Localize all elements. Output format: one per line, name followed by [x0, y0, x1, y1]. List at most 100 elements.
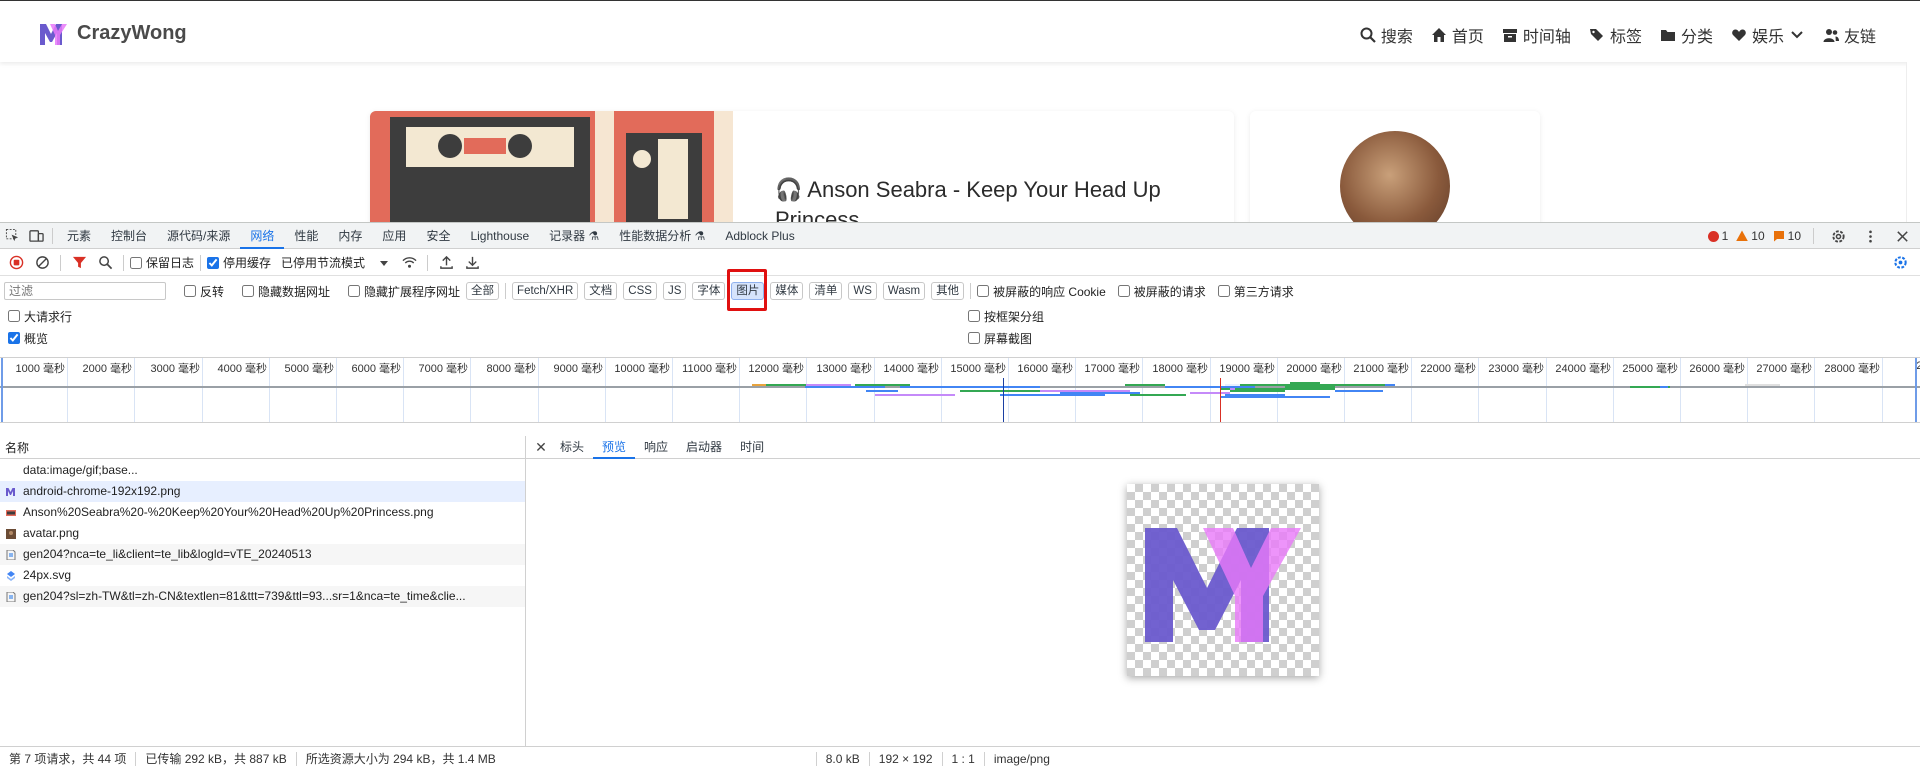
filter-type-manifest[interactable]: 清单: [809, 282, 843, 300]
website-viewport: CrazyWong 搜索 首页 时间轴 标签 分类 娱乐 友链 🎧 Anson …: [0, 0, 1920, 222]
clear-icon[interactable]: [30, 251, 54, 275]
screenshots-checkbox[interactable]: 屏幕截图: [968, 330, 1032, 347]
screenshots-input[interactable]: [968, 332, 980, 344]
avatar[interactable]: [1340, 131, 1450, 222]
throttle-dropdown[interactable]: 已停用节流模式: [281, 254, 389, 271]
nav-home[interactable]: 首页: [1431, 23, 1484, 47]
filter-type-css[interactable]: CSS: [623, 282, 657, 300]
filter-funnel-icon[interactable]: [67, 251, 91, 275]
tab-timing[interactable]: 时间: [731, 436, 773, 459]
issues-count-badge[interactable]: 10: [1773, 229, 1801, 243]
post-card[interactable]: 🎧 Anson Seabra - Keep Your Head Up Princ…: [370, 111, 1234, 222]
nav-friends[interactable]: 友链: [1823, 23, 1876, 47]
table-row[interactable]: Anson%20Seabra%20-%20Keep%20Your%20Head%…: [0, 502, 525, 523]
network-overview-timeline[interactable]: 1000 毫秒 2000 毫秒 3000 毫秒 4000 毫秒 5000 毫秒 6000 …: [0, 357, 1920, 423]
disable-cache-checkbox[interactable]: 停用缓存: [207, 254, 271, 271]
tab-response[interactable]: 响应: [635, 436, 677, 459]
warning-count-badge[interactable]: 10: [1736, 229, 1765, 243]
settings-gear-icon[interactable]: [1826, 224, 1850, 248]
filter-type-ws[interactable]: WS: [848, 282, 877, 300]
filter-type-doc[interactable]: 文档: [584, 282, 618, 300]
invert-input[interactable]: [184, 285, 196, 297]
blocked-cookies-input[interactable]: [977, 285, 990, 297]
tab-initiator[interactable]: 启动器: [677, 436, 731, 459]
filter-type-fetch-xhr[interactable]: Fetch/XHR: [512, 282, 579, 300]
tab-console[interactable]: 控制台: [101, 223, 157, 249]
heart-icon: [1732, 29, 1746, 41]
filter-type-font[interactable]: 字体: [692, 282, 726, 300]
panel-splitter[interactable]: [525, 436, 526, 770]
post-cover-image[interactable]: [370, 111, 733, 222]
site-brand[interactable]: CrazyWong: [77, 22, 187, 45]
tab-recorder[interactable]: 记录器 ⚗: [539, 223, 609, 249]
network-settings-gear-icon[interactable]: [1888, 251, 1912, 275]
error-count-badge[interactable]: 1: [1707, 229, 1728, 243]
error-icon: [1707, 230, 1719, 242]
export-har-icon[interactable]: [460, 251, 484, 275]
table-row[interactable]: gen204?sl=zh-TW&tl=zh-CN&textlen=81&ttt=…: [0, 586, 525, 607]
device-toolbar-icon[interactable]: [24, 224, 48, 248]
tab-performance-insights[interactable]: 性能数据分析 ⚗: [609, 223, 715, 249]
search-icon[interactable]: [93, 251, 117, 275]
big-rows-checkbox[interactable]: 大请求行: [8, 308, 72, 325]
overview-input[interactable]: [8, 332, 20, 344]
import-har-icon[interactable]: [434, 251, 458, 275]
tab-preview[interactable]: 预览: [593, 436, 636, 459]
big-rows-input[interactable]: [8, 310, 20, 322]
nav-tags[interactable]: 标签: [1589, 23, 1642, 47]
record-stop-icon[interactable]: [4, 251, 28, 275]
close-detail-icon[interactable]: ✕: [531, 439, 551, 456]
filter-type-media[interactable]: 媒体: [770, 282, 804, 300]
nav-timeline[interactable]: 时间轴: [1502, 23, 1571, 47]
nav-entertainment[interactable]: 娱乐: [1731, 23, 1805, 47]
filter-input[interactable]: [4, 282, 166, 300]
inspect-element-icon[interactable]: [0, 224, 24, 248]
tab-memory[interactable]: 内存: [328, 223, 372, 249]
blocked-requests-checkbox[interactable]: 被屏蔽的请求: [1117, 283, 1206, 300]
preserve-log-checkbox[interactable]: 保留日志: [130, 254, 194, 271]
preserve-log-input[interactable]: [130, 256, 142, 269]
post-title[interactable]: 🎧 Anson Seabra - Keep Your Head Up Princ…: [775, 175, 1161, 222]
tab-security[interactable]: 安全: [416, 223, 460, 249]
blocked-cookies-checkbox[interactable]: 被屏蔽的响应 Cookie: [977, 283, 1106, 300]
table-row[interactable]: gen204?nca=te_li&client=te_lib&logld=vTE…: [0, 544, 525, 565]
third-party-input[interactable]: [1217, 285, 1230, 297]
group-by-frame-input[interactable]: [968, 310, 980, 322]
tab-lighthouse[interactable]: Lighthouse: [460, 223, 539, 249]
table-row[interactable]: 24px.svg: [0, 565, 525, 586]
filter-type-other[interactable]: 其他: [931, 282, 965, 300]
hide-data-urls-input[interactable]: [242, 285, 255, 297]
nav-categories[interactable]: 分类: [1660, 23, 1713, 47]
tab-network[interactable]: 网络: [240, 223, 285, 249]
tab-application[interactable]: 应用: [372, 223, 416, 249]
hide-ext-urls-input[interactable]: [348, 285, 361, 297]
nav-search[interactable]: 搜索: [1360, 23, 1413, 47]
warning-count: 10: [1751, 229, 1765, 243]
hide-data-urls-checkbox[interactable]: 隐藏数据网址: [242, 283, 330, 300]
overview-selection-frame[interactable]: [1, 358, 1917, 422]
disable-cache-input[interactable]: [207, 256, 220, 269]
tab-elements[interactable]: 元素: [57, 223, 101, 249]
overview-checkbox[interactable]: 概览: [8, 330, 48, 347]
more-options-icon[interactable]: [1858, 224, 1882, 248]
third-party-checkbox[interactable]: 第三方请求: [1217, 283, 1294, 300]
table-row[interactable]: avatar.png: [0, 523, 525, 544]
tab-sources[interactable]: 源代码/来源: [157, 223, 240, 249]
filter-type-all[interactable]: 全部: [466, 282, 500, 300]
table-row[interactable]: android-chrome-192x192.png: [0, 481, 525, 502]
filter-type-js[interactable]: JS: [662, 282, 687, 300]
tab-headers[interactable]: 标头: [551, 436, 593, 459]
name-column-header[interactable]: 名称: [5, 439, 29, 456]
close-devtools-icon[interactable]: [1890, 224, 1914, 248]
network-conditions-icon[interactable]: [397, 251, 421, 275]
blocked-requests-input[interactable]: [1117, 285, 1130, 297]
tab-adblock-plus[interactable]: Adblock Plus: [715, 223, 804, 249]
group-by-frame-checkbox[interactable]: 按框架分组: [968, 308, 1044, 325]
hide-ext-urls-checkbox[interactable]: 隐藏扩展程序网址: [348, 283, 460, 300]
filter-type-wasm[interactable]: Wasm: [882, 282, 926, 300]
invert-checkbox[interactable]: 反转: [184, 283, 224, 300]
table-row[interactable]: data:image/gif;base...: [0, 460, 525, 481]
site-logo-icon[interactable]: [38, 21, 68, 47]
tab-performance[interactable]: 性能: [284, 223, 328, 249]
page-scrollbar[interactable]: [1906, 62, 1920, 222]
